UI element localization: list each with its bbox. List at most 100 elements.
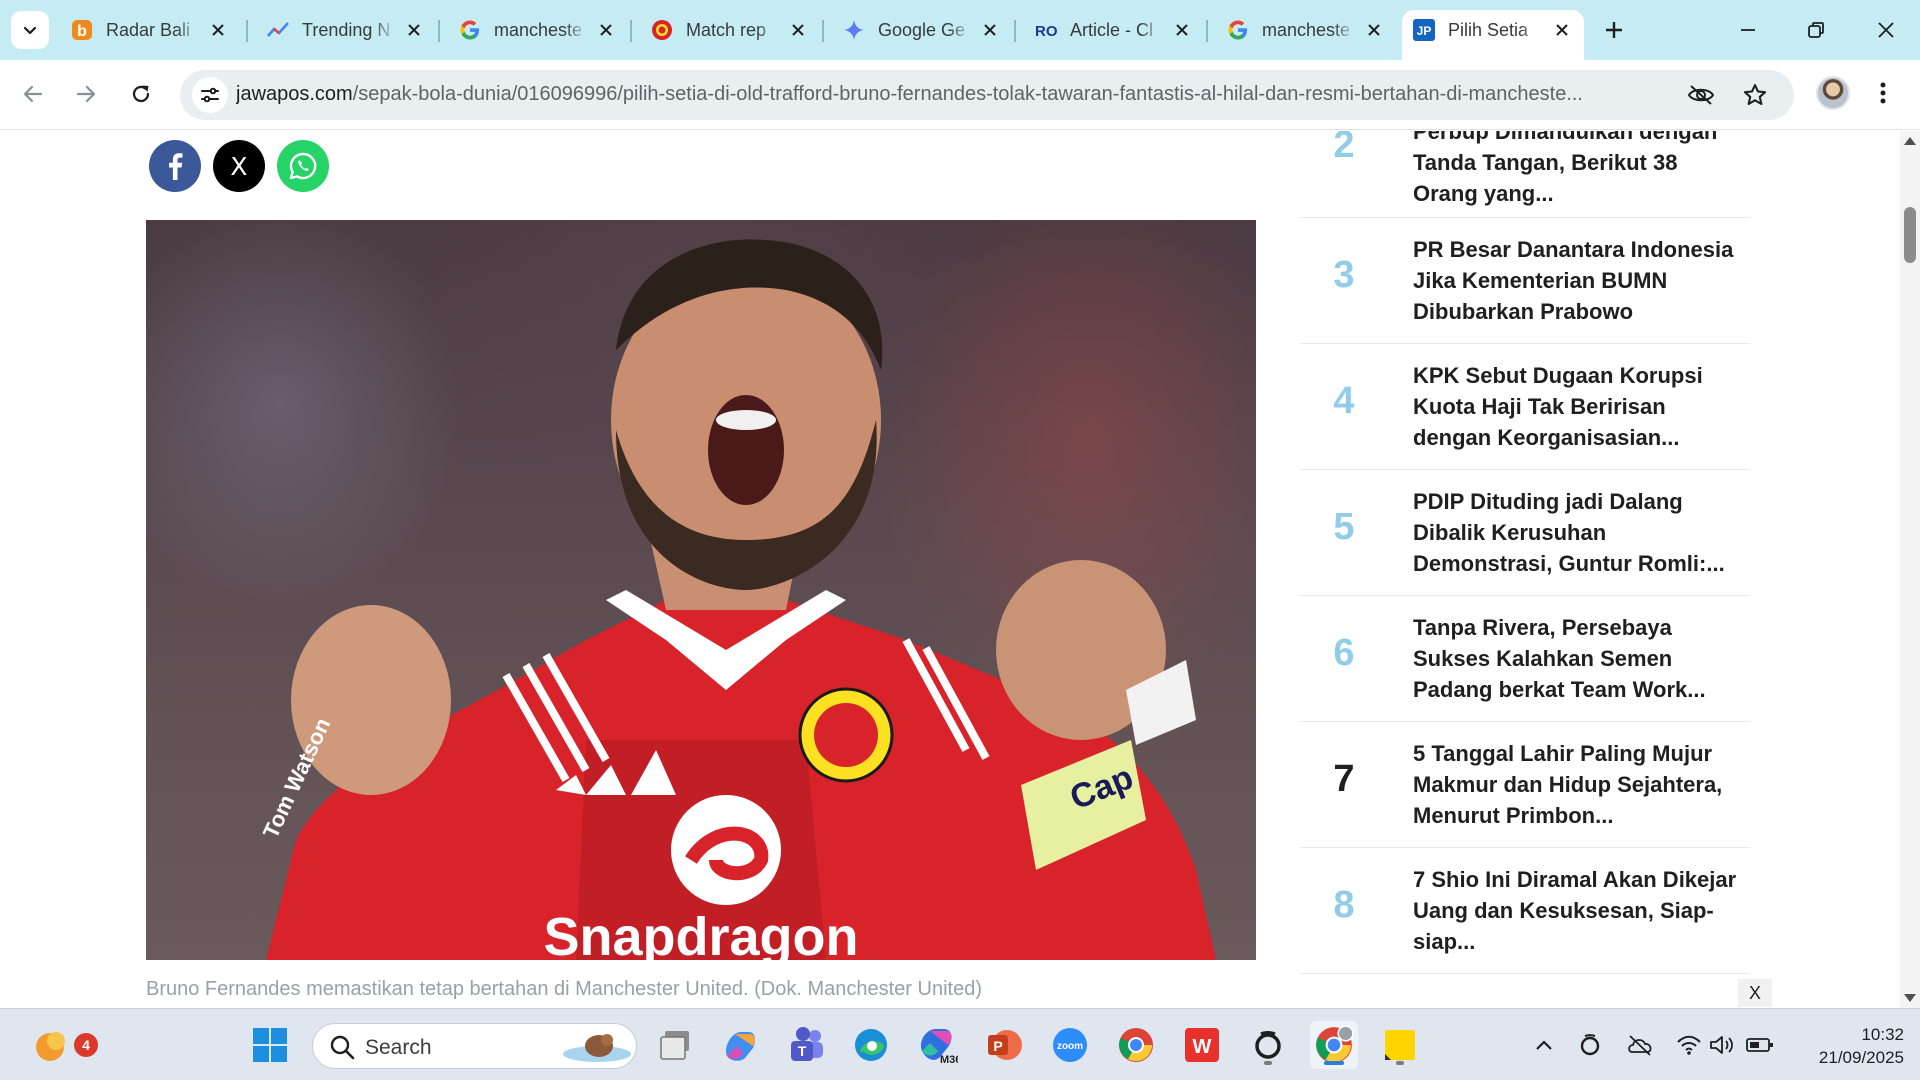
radar-bali-favicon: b [70,18,94,42]
scroll-down-arrow[interactable] [1904,994,1916,1002]
teams-app[interactable]: T [781,1021,829,1069]
taskbar-search[interactable]: Search [312,1023,637,1069]
site-info-button[interactable] [192,77,228,113]
back-button[interactable] [13,74,53,114]
close-tab-icon[interactable] [786,18,810,42]
tab-google-search-2[interactable]: mancheste [1216,10,1396,50]
profile-avatar[interactable] [1816,76,1850,110]
tab-trending[interactable]: Trending N [256,10,436,50]
popular-item[interactable]: 7 5 Tanggal Lahir Paling Mujur Makmur da… [1300,722,1750,848]
edge-icon [855,1029,887,1061]
tray-app-icon[interactable] [1576,1031,1604,1059]
popular-item[interactable]: 4 KPK Sebut Dugaan Korupsi Kuota Haji Ta… [1300,344,1750,470]
popular-news-list: 2 Perbup Dimandulkan dengan Tanda Tangan… [1300,131,1750,974]
minimize-icon [1741,29,1755,31]
page-scrollbar[interactable] [1900,131,1920,1008]
tab-separator [438,20,440,42]
tab-gemini[interactable]: Google Ge [832,10,1012,50]
chrome-app[interactable] [1112,1021,1160,1069]
m365-app[interactable]: M365 [913,1021,961,1069]
start-button[interactable] [246,1021,294,1069]
gemini-favicon [842,18,866,42]
whatsapp-icon [289,152,317,180]
share-whatsapp-button[interactable] [277,140,329,192]
powerpoint-app[interactable]: P [980,1021,1028,1069]
close-icon [1878,22,1894,38]
zoom-app[interactable]: zoom [1046,1021,1094,1069]
scroll-up-arrow[interactable] [1904,137,1916,145]
new-tab-button[interactable] [1598,14,1630,46]
svg-text:P: P [993,1038,1002,1054]
bookmark-button[interactable] [1740,81,1770,109]
popular-item-title[interactable]: Perbup Dimandulkan dengan Tanda Tangan, … [1413,131,1738,209]
tab-radar-bali[interactable]: b Radar Bali [60,10,240,50]
tab-pilih-setia[interactable]: JP Pilih Setia [1402,10,1584,60]
running-indicator [1264,1061,1272,1065]
tab-google-search-1[interactable]: mancheste [448,10,628,50]
popular-item-title[interactable]: 5 Tanggal Lahir Paling Mujur Makmur dan … [1413,738,1738,831]
url-path: /sepak-bola-dunia/016096996/pilih-setia-… [352,83,1583,105]
popular-item[interactable]: 8 7 Shio Ini Diramal Akan Dikejar Uang d… [1300,848,1750,974]
running-indicator [1396,1061,1404,1065]
system-clock[interactable]: 10:32 21/09/2025 [1786,1023,1904,1069]
close-tab-icon[interactable] [1170,18,1194,42]
share-x-button[interactable]: X [213,140,265,192]
chrome-icon [1119,1028,1153,1062]
close-tab-icon[interactable] [206,18,230,42]
restore-button[interactable] [1792,10,1840,50]
close-window-button[interactable] [1862,10,1910,50]
close-tab-icon[interactable] [978,18,1002,42]
wifi-tray[interactable] [1675,1031,1703,1059]
weather-widget[interactable]: 4 [26,1021,98,1069]
share-facebook-button[interactable] [149,140,201,192]
popular-item[interactable]: 5 PDIP Dituding jadi Dalang Dibalik Keru… [1300,470,1750,596]
browser-menu-button[interactable] [1868,78,1898,108]
popular-item-title[interactable]: PR Besar Danantara Indonesia Jika Kement… [1413,234,1738,327]
tab-match-report[interactable]: Match rep [640,10,820,50]
minimize-button[interactable] [1724,10,1772,50]
tracking-protection-button[interactable] [1686,81,1716,109]
popular-item-title[interactable]: 7 Shio Ini Diramal Akan Dikejar Uang dan… [1413,864,1738,957]
search-icon [330,1035,355,1060]
close-tab-icon[interactable] [594,18,618,42]
plus-icon [1606,22,1622,38]
battery-icon [1746,1038,1773,1052]
popular-item-title[interactable]: Tanpa Rivera, Persebaya Sukses Kalahkan … [1413,612,1738,705]
popular-item[interactable]: 2 Perbup Dimandulkan dengan Tanda Tangan… [1300,131,1750,218]
close-tab-icon[interactable] [1362,18,1386,42]
tab-title: Match rep [686,19,767,40]
reload-button[interactable] [121,74,161,114]
close-tab-icon[interactable] [1550,18,1574,42]
task-view-button[interactable] [651,1021,699,1069]
address-bar[interactable]: jawapos.com/sepak-bola-dunia/016096996/p… [180,70,1794,120]
svg-text:T: T [798,1043,807,1059]
m365-label: M365 [940,1054,958,1065]
tab-title: mancheste [1262,19,1351,40]
url-text[interactable]: jawapos.com/sepak-bola-dunia/016096996/p… [236,83,1676,106]
volume-tray[interactable] [1708,1031,1736,1059]
popular-item[interactable]: 6 Tanpa Rivera, Persebaya Sukses Kalahka… [1300,596,1750,722]
popular-item-title[interactable]: PDIP Dituding jadi Dalang Dibalik Kerusu… [1413,486,1738,579]
svg-text:W: W [1193,1036,1212,1058]
popular-item-title[interactable]: KPK Sebut Dugaan Korupsi Kuota Haji Tak … [1413,360,1738,453]
reload-icon [132,85,150,103]
chrome-active-app[interactable] [1310,1021,1358,1069]
show-hidden-icons-button[interactable] [1530,1031,1558,1059]
tab-search-button[interactable] [11,11,49,49]
tab-title: Trending N [302,19,391,40]
windows-taskbar: 4 Search T M365 P zoom W [0,1008,1920,1080]
copilot-app[interactable] [716,1021,764,1069]
popular-item[interactable]: 3 PR Besar Danantara Indonesia Jika Keme… [1300,218,1750,344]
ai-assistant-app[interactable] [1244,1021,1292,1069]
sticky-notes-app[interactable] [1376,1021,1424,1069]
forward-button[interactable] [66,74,106,114]
ad-close-button[interactable]: X [1738,979,1772,1007]
task-view-icon [660,1031,689,1060]
tab-article[interactable]: RO Article - Cl [1024,10,1204,50]
close-tab-icon[interactable] [402,18,426,42]
wps-office-app[interactable]: W [1178,1021,1226,1069]
onedrive-tray[interactable] [1626,1031,1654,1059]
scroll-thumb[interactable] [1904,207,1916,263]
edge-app[interactable] [847,1021,895,1069]
battery-tray[interactable] [1746,1031,1774,1059]
